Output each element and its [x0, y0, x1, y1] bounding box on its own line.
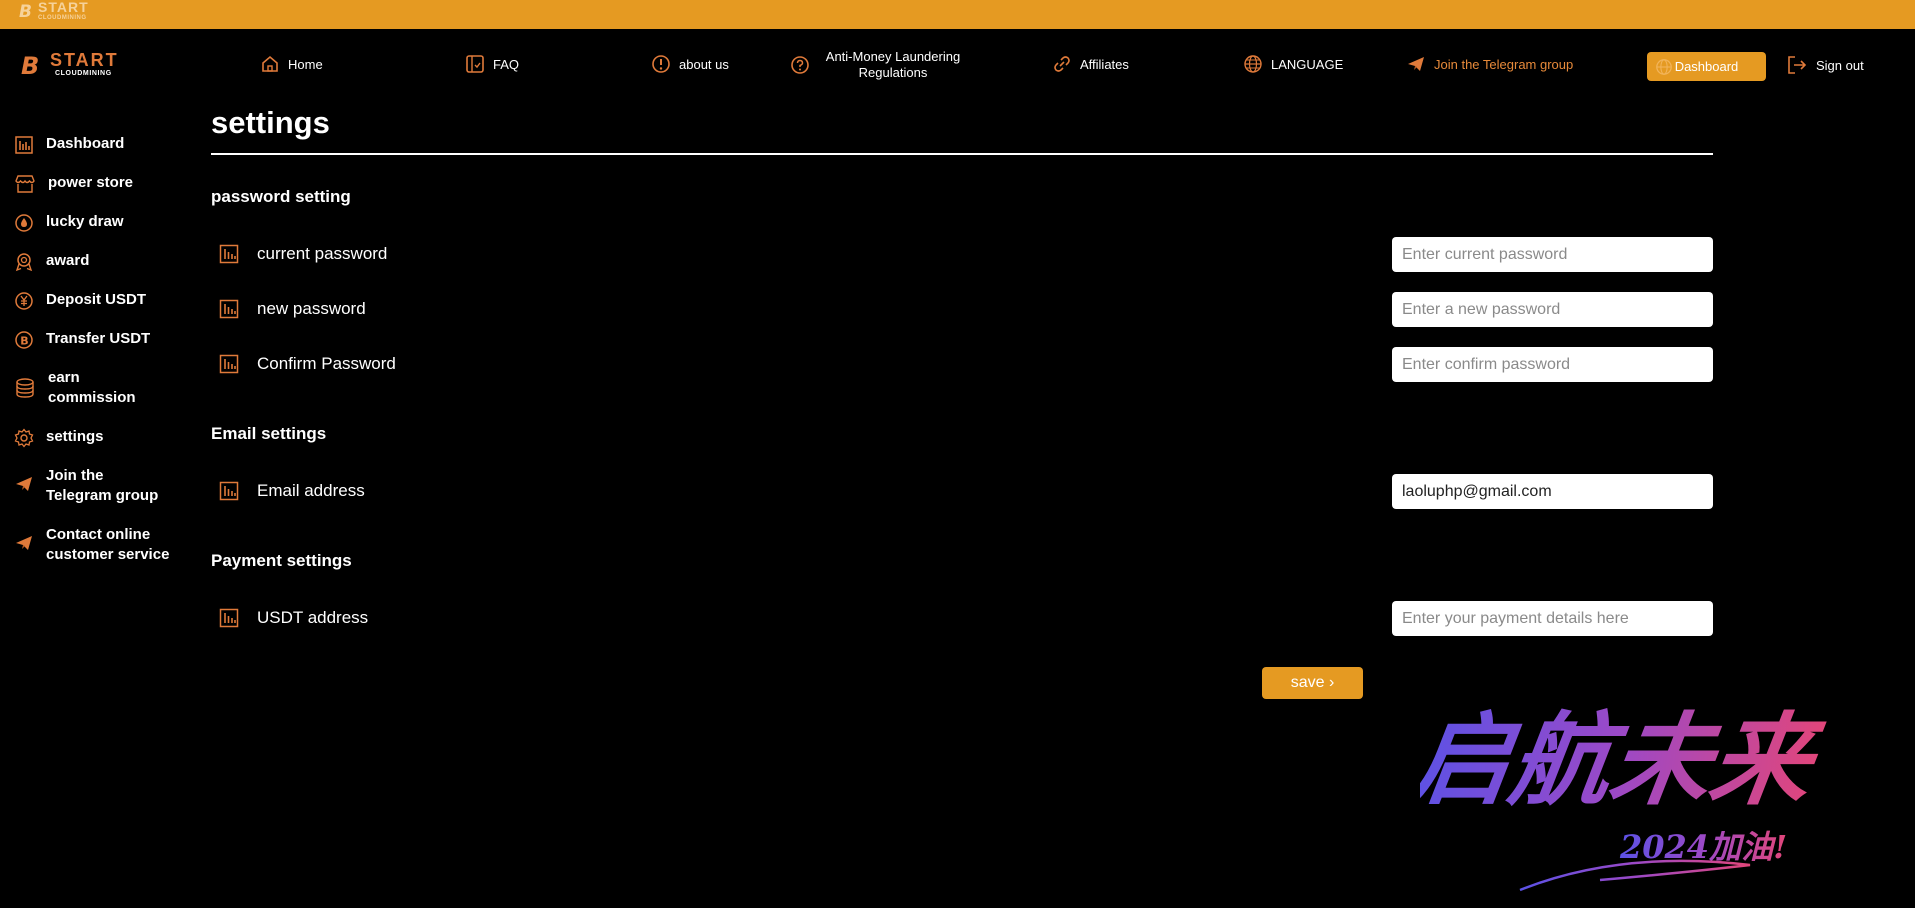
brand-subtitle: CLOUDMINING	[55, 70, 112, 77]
save-button[interactable]: save ›	[1262, 667, 1363, 699]
dashboard-button[interactable]: Dashboard	[1647, 52, 1766, 81]
info-circle-icon	[652, 55, 670, 73]
confirm-password-input[interactable]	[1392, 347, 1713, 382]
globe-icon	[1656, 59, 1672, 75]
email-address-label: Email address	[219, 481, 365, 501]
yen-icon	[15, 292, 33, 310]
usdt-address-text: USDT address	[257, 608, 369, 627]
nav-aml[interactable]: Anti-Money Laundering Regulations	[790, 49, 968, 81]
bitcoin-logo-icon: B	[19, 2, 32, 22]
nav-faq[interactable]: FAQ	[465, 54, 519, 74]
sidebar-item-label: Contact online customer service	[46, 526, 170, 563]
sidebar-item-lucky-draw[interactable]: lucky draw	[14, 212, 124, 233]
password-section-heading: password setting	[211, 187, 351, 206]
bitcoin-logo-icon: B	[21, 52, 39, 79]
current-password-input[interactable]	[1392, 237, 1713, 272]
confirm-password-label: Confirm Password	[219, 354, 396, 374]
current-password-label: current password	[219, 244, 387, 264]
top-navigation: B START CLOUDMINING Home FAQ about us An…	[0, 29, 1915, 105]
nav-language[interactable]: LANGUAGE	[1243, 54, 1343, 74]
watermark-main-text: 启航未来	[1420, 701, 1830, 818]
sidebar-item-deposit-usdt[interactable]: Deposit USDT	[14, 290, 146, 311]
brand-name: START	[50, 50, 119, 70]
top-banner: B START CLOUDMINING	[0, 0, 1915, 29]
sidebar-item-label: Deposit USDT	[46, 291, 147, 308]
dashboard-button-label: Dashboard	[1674, 59, 1739, 74]
award-icon	[15, 253, 33, 272]
nav-signout-label: Sign out	[1816, 57, 1864, 73]
coins-icon	[16, 378, 34, 398]
nav-signout[interactable]: Sign out	[1786, 54, 1864, 76]
nav-faq-label: FAQ	[493, 56, 520, 72]
nav-home[interactable]: Home	[260, 54, 323, 74]
sidebar-item-label: Transfer USDT	[46, 330, 151, 347]
sidebar-item-power-store[interactable]: power store	[14, 173, 133, 194]
page-title: settings	[211, 105, 330, 140]
nav-about-label: about us	[679, 56, 729, 72]
new-password-text: new password	[257, 299, 366, 318]
bar-chart-icon	[219, 354, 239, 374]
bitcoin-icon: B	[15, 331, 33, 349]
question-circle-icon	[791, 56, 809, 74]
store-icon	[15, 175, 35, 193]
sidebar-item-telegram[interactable]: Join the Telegram group	[14, 466, 184, 506]
current-password-text: current password	[257, 244, 388, 263]
telegram-icon	[16, 477, 32, 491]
payment-section-heading: Payment settings	[211, 551, 352, 570]
sidebar-item-label: award	[46, 252, 90, 269]
new-password-label: new password	[219, 299, 366, 319]
usdt-address-input[interactable]	[1392, 601, 1713, 636]
sidebar-item-settings[interactable]: settings	[14, 427, 104, 448]
link-icon	[1054, 56, 1070, 72]
bar-chart-icon	[219, 481, 239, 501]
nav-language-label: LANGUAGE	[1271, 56, 1344, 72]
sidebar-item-label: lucky draw	[46, 213, 124, 230]
banner-brand-name: START	[38, 0, 89, 15]
calligraphy-watermark: 启航未来 2024加油!	[1420, 701, 1830, 892]
sidebar-item-label: settings	[46, 428, 104, 445]
sidebar-item-customer-service[interactable]: Contact online customer service	[14, 525, 194, 565]
sidebar-item-label: Join the Telegram group	[46, 467, 159, 504]
new-password-input[interactable]	[1392, 292, 1713, 327]
drop-icon	[15, 214, 33, 232]
bar-chart-icon	[219, 608, 239, 628]
nav-aml-label: Anti-Money Laundering Regulations	[825, 49, 961, 80]
nav-affiliates-label: Affiliates	[1080, 56, 1129, 72]
usdt-address-label: USDT address	[219, 608, 368, 628]
svg-text:B: B	[21, 52, 39, 79]
nav-about[interactable]: about us	[651, 54, 729, 74]
svg-text:B: B	[19, 2, 32, 22]
banner-logo: B START CLOUDMINING	[16, 0, 89, 22]
email-address-text: Email address	[257, 481, 365, 500]
sidebar-item-dashboard[interactable]: Dashboard	[14, 134, 124, 155]
gear-icon	[14, 428, 34, 448]
telegram-icon	[1408, 57, 1424, 71]
nav-telegram-label: Join the Telegram group	[1434, 56, 1574, 72]
sidebar-item-earn-commission[interactable]: earn commission	[14, 368, 164, 408]
telegram-icon	[16, 536, 32, 550]
home-icon	[262, 55, 278, 72]
email-input[interactable]	[1392, 474, 1713, 509]
globe-icon	[1244, 55, 1262, 73]
bar-chart-icon	[15, 136, 33, 154]
sign-out-icon	[1788, 56, 1807, 74]
confirm-password-text: Confirm Password	[257, 354, 396, 373]
nav-telegram[interactable]: Join the Telegram group	[1406, 54, 1573, 74]
faq-book-icon	[466, 55, 484, 73]
sidebar-item-transfer-usdt[interactable]: B Transfer USDT	[14, 329, 150, 350]
title-divider	[211, 153, 1713, 155]
bar-chart-icon	[219, 299, 239, 319]
sidebar-item-label: earn commission	[48, 369, 136, 406]
sidebar-item-label: Dashboard	[46, 135, 125, 152]
sidebar-item-award[interactable]: award	[14, 251, 89, 272]
nav-home-label: Home	[288, 56, 323, 72]
email-section-heading: Email settings	[211, 424, 327, 443]
nav-affiliates[interactable]: Affiliates	[1052, 54, 1129, 74]
bar-chart-icon	[219, 244, 239, 264]
sidebar-item-label: power store	[48, 174, 134, 191]
svg-text:B: B	[20, 335, 28, 348]
site-logo[interactable]: B START CLOUDMINING	[20, 51, 119, 79]
banner-brand-subtitle: CLOUDMINING	[38, 15, 87, 21]
